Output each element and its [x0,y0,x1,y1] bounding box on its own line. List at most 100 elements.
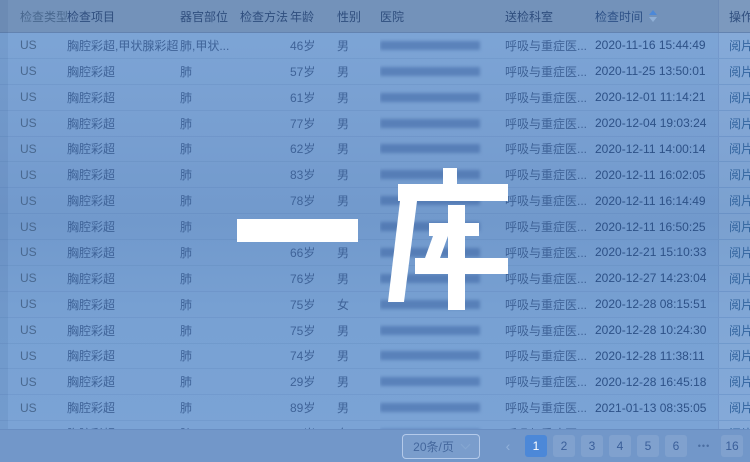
table-header-row: 检查类型检查项目器官部位检查方法年龄性别医院送检科室检查时间操作 [0,0,750,33]
table-row: US胸腔彩超肺76岁男呼吸与重症医...2020-12-27 14:23:04阅… [0,266,750,292]
cell-gender: 男 [337,59,380,84]
cell-time: 2020-12-27 14:23:04 [595,266,718,291]
cell-gender: 男 [337,137,380,162]
cell-time: 2020-12-21 15:10:33 [595,240,718,265]
view-image-link[interactable]: 阅片 [729,244,750,261]
cell-method [240,59,290,84]
cell-dept: 呼吸与重症医... [505,240,595,265]
cell-hospital [380,59,505,84]
cell-time: 2020-12-28 11:38:11 [595,344,718,369]
view-image-link[interactable]: 阅片 [729,296,750,313]
page-ellipsis[interactable]: ••• [693,435,715,457]
view-image-link[interactable]: 阅片 [729,373,750,390]
cell-gender: 男 [337,162,380,187]
table-row: US胸腔彩超肺62岁男呼吸与重症医...2020-12-11 14:00:14阅… [0,137,750,163]
cell-age: 62岁 [290,137,337,162]
view-image-link[interactable]: 阅片 [729,166,750,183]
cell-action: 阅片 [718,318,750,343]
cell-organ: 肺 [180,111,240,136]
redacted-hospital-value [380,41,480,50]
cell-gender: 男 [337,33,380,58]
prev-page-button[interactable]: ‹ [497,435,519,457]
cell-action: 阅片 [718,33,750,58]
view-image-link[interactable]: 阅片 [729,63,750,80]
cell-hospital [380,395,505,420]
cell-dept: 呼吸与重症医... [505,33,595,58]
page-button-16[interactable]: 16 [721,435,743,457]
cell-type: US [20,85,67,110]
cell-hospital [380,162,505,187]
cell-time: 2020-12-01 11:14:21 [595,85,718,110]
page-button-5[interactable]: 5 [637,435,659,457]
page-size-select[interactable]: 20条/页 [402,434,480,459]
view-image-link[interactable]: 阅片 [729,399,750,416]
column-header-label: 检查项目 [67,8,115,25]
cell-method [240,33,290,58]
cell-item: 胸腔彩超 [67,111,180,136]
cell-dept: 呼吸与重症医... [505,137,595,162]
page-button-4[interactable]: 4 [609,435,631,457]
cell-organ: 肺 [180,395,240,420]
cell-age: 57岁 [290,59,337,84]
cell-method [240,188,290,213]
table-row: US胸腔彩超,甲状腺彩超肺,甲状...46岁男呼吸与重症医...2020-11-… [0,33,750,59]
view-image-link[interactable]: 阅片 [729,89,750,106]
sort-caret-icon[interactable] [649,10,657,22]
cell-age: 89岁 [290,395,337,420]
cell-action: 阅片 [718,395,750,420]
cell-dept: 呼吸与重症医... [505,214,595,239]
cell-action: 阅片 [718,292,750,317]
cell-age: 74岁 [290,344,337,369]
view-image-link[interactable]: 阅片 [729,218,750,235]
view-image-link[interactable]: 阅片 [729,192,750,209]
column-header-method: 检查方法 [240,0,290,32]
cell-hospital [380,137,505,162]
cell-type: US [20,344,67,369]
cell-organ: 肺 [180,292,240,317]
column-header-label: 医院 [380,8,404,25]
view-image-link[interactable]: 阅片 [729,322,750,339]
cell-item: 胸腔彩超 [67,85,180,110]
redacted-hospital-value [380,248,480,257]
view-image-link[interactable]: 阅片 [729,140,750,157]
column-header-label: 年龄 [290,8,314,25]
redacted-hospital-value [380,377,480,386]
page-button-6[interactable]: 6 [665,435,687,457]
redacted-hospital-value [380,351,480,360]
column-header-action: 操作 [718,0,750,32]
table-row: US胸腔彩超肺57岁男呼吸与重症医...2020-11-25 13:50:01阅… [0,59,750,85]
exam-list-screen: 检查类型检查项目器官部位检查方法年龄性别医院送检科室检查时间操作 US胸腔彩超,… [0,0,750,462]
column-header-time[interactable]: 检查时间 [595,0,718,32]
cell-hospital [380,111,505,136]
table-row: US胸腔彩超肺76岁女呼吸与重症医...2020-12-11 16:50:25阅… [0,214,750,240]
page-button-2[interactable]: 2 [553,435,575,457]
cell-gender: 男 [337,344,380,369]
page-button-1[interactable]: 1 [525,435,547,457]
table-row: US胸腔彩超肺83岁男呼吸与重症医...2020-12-11 16:02:05阅… [0,162,750,188]
column-header-age: 年龄 [290,0,337,32]
cell-time: 2020-11-25 13:50:01 [595,59,718,84]
cell-dept: 呼吸与重症医... [505,369,595,394]
cell-organ: 肺 [180,137,240,162]
table-row: US胸腔彩超肺75岁女呼吸与重症医...2020-12-28 08:15:51阅… [0,292,750,318]
cell-hospital [380,318,505,343]
cell-gender: 男 [337,188,380,213]
cell-age: 61岁 [290,85,337,110]
view-image-link[interactable]: 阅片 [729,270,750,287]
page-button-3[interactable]: 3 [581,435,603,457]
view-image-link[interactable]: 阅片 [729,347,750,364]
cell-method [240,240,290,265]
exam-table: 检查类型检查项目器官部位检查方法年龄性别医院送检科室检查时间操作 US胸腔彩超,… [0,0,750,447]
page-size-label: 20条/页 [413,438,454,455]
cell-dept: 呼吸与重症医... [505,344,595,369]
cell-age: 66岁 [290,240,337,265]
cell-organ: 肺,甲状... [180,33,240,58]
view-image-link[interactable]: 阅片 [729,37,750,54]
cell-time: 2020-12-11 16:14:49 [595,188,718,213]
cell-dept: 呼吸与重症医... [505,85,595,110]
cell-method [240,214,290,239]
cell-hospital [380,33,505,58]
view-image-link[interactable]: 阅片 [729,115,750,132]
redacted-hospital-value [380,67,480,76]
table-row: US胸腔彩超肺74岁男呼吸与重症医...2020-12-28 11:38:11阅… [0,344,750,370]
